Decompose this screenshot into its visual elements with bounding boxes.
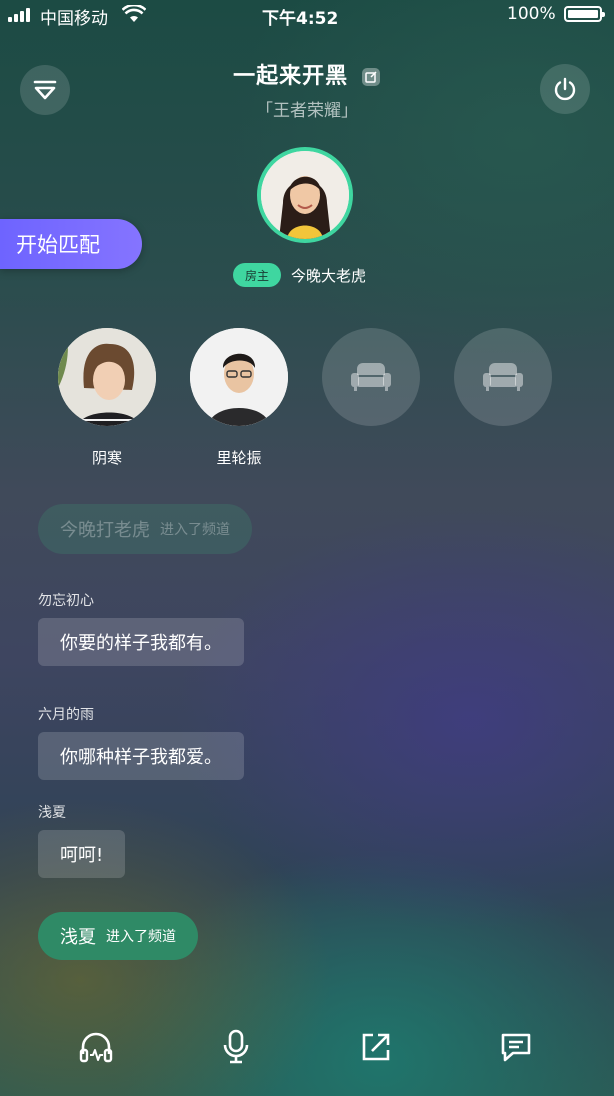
seat-2-avatar[interactable] bbox=[190, 328, 288, 426]
status-bar: 中国移动 下午4:52 100% bbox=[0, 0, 614, 30]
chat-button[interactable] bbox=[494, 1025, 538, 1069]
battery-percentage: 100% bbox=[507, 4, 556, 24]
host-avatar[interactable] bbox=[257, 147, 353, 243]
chat-bubble-1: 你要的样子我都有。 bbox=[38, 618, 244, 666]
game-subtitle: 「王者荣耀」 bbox=[256, 101, 358, 121]
seat-3-empty[interactable] bbox=[322, 328, 420, 426]
seat-1-name: 阴寒 bbox=[91, 449, 122, 467]
chat-user-3: 浅夏 bbox=[38, 805, 66, 821]
battery-icon bbox=[564, 6, 605, 22]
edit-icon[interactable] bbox=[361, 67, 381, 87]
system-message-join: 浅夏 进入了频道 bbox=[38, 912, 198, 960]
user-portrait-image bbox=[58, 328, 156, 426]
room-title: 一起来开黑 bbox=[0, 58, 614, 90]
microphone-button[interactable] bbox=[214, 1025, 258, 1069]
power-icon bbox=[554, 77, 576, 101]
chat-user-2: 六月的雨 bbox=[38, 707, 94, 723]
host-name: 今晚大老虎 bbox=[291, 267, 367, 285]
host-badge: 房主 bbox=[233, 263, 281, 287]
chat-bubble-2: 你哪种样子我都爱。 bbox=[38, 732, 244, 780]
headphones-button[interactable] bbox=[74, 1025, 118, 1069]
sofa-icon bbox=[483, 363, 523, 391]
room-title-text: 一起来开黑 bbox=[233, 64, 349, 89]
system-message-text: 进入了频道 bbox=[106, 929, 176, 945]
status-time: 下午4:52 bbox=[262, 9, 339, 29]
system-message-user: 浅夏 bbox=[60, 927, 96, 948]
host-portrait-image bbox=[261, 151, 349, 239]
wifi-icon bbox=[122, 5, 146, 22]
system-message-user: 今晚打老虎 bbox=[60, 520, 150, 541]
chat-user-1: 勿忘初心 bbox=[38, 593, 94, 609]
microphone-icon bbox=[223, 1029, 249, 1064]
seat-1-avatar[interactable] bbox=[58, 328, 156, 426]
seat-4-empty[interactable] bbox=[454, 328, 552, 426]
user-portrait-image bbox=[190, 328, 288, 426]
start-match-button[interactable]: 开始匹配 bbox=[0, 219, 142, 269]
system-message-text: 进入了频道 bbox=[160, 522, 230, 538]
seat-2-name: 里轮振 bbox=[216, 449, 262, 467]
carrier-label: 中国移动 bbox=[40, 9, 108, 29]
headphones-icon bbox=[79, 1032, 113, 1063]
share-button[interactable] bbox=[354, 1025, 398, 1069]
power-button[interactable] bbox=[540, 64, 590, 114]
chat-icon bbox=[501, 1033, 531, 1062]
system-message-join: 今晚打老虎 进入了频道 bbox=[38, 504, 252, 554]
sofa-icon bbox=[351, 363, 391, 391]
share-icon bbox=[362, 1033, 390, 1061]
signal-icon bbox=[8, 8, 34, 22]
chat-bubble-3: 呵呵! bbox=[38, 830, 126, 878]
